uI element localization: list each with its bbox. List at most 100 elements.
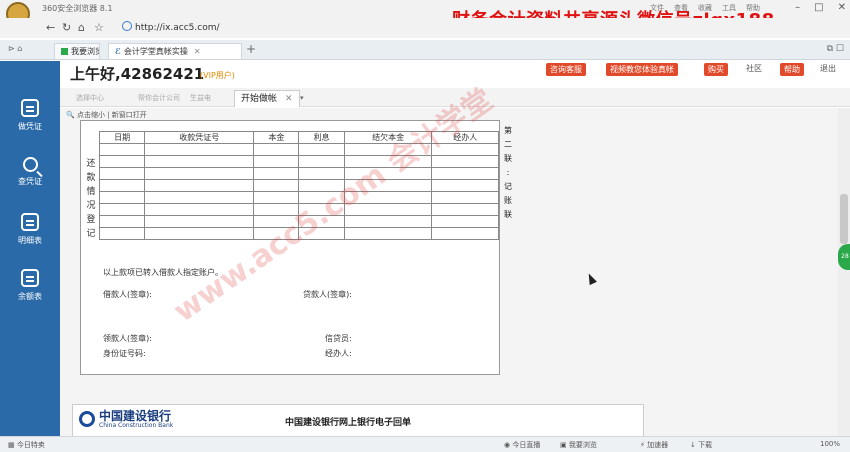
bank-logo-icon [79,411,95,427]
url-input[interactable]: http://ix.acc5.com/ [118,21,478,36]
tab-tools-icon[interactable]: ⧉ ☐ [827,44,844,54]
table-cell [253,155,300,168]
address-bar: ← ↻ ⌂ ☆ http://ix.acc5.com/ [0,18,850,38]
scrollbar[interactable] [838,108,850,436]
subtab-shengyi[interactable]: 生益电 [190,90,211,107]
maximize-icon[interactable]: □ [814,2,823,13]
tab-close-icon[interactable]: ✕ [194,47,201,56]
refresh-icon[interactable]: ↻ [62,21,71,34]
id-number: 身份证号码: [103,349,146,358]
table-cell [98,227,146,240]
window-controls: – □ ✕ [795,2,846,13]
subtab-select-center[interactable]: 选择中心 [76,90,104,107]
col-date: 日期 [98,131,146,144]
subtab-close-icon[interactable]: ✕ [285,94,293,104]
table-cell [298,155,345,168]
video-demo-button[interactable]: 视频教您体验真帐 [606,63,678,76]
status-live[interactable]: ◉ 今日直播 [504,440,540,450]
credit-officer: 信贷员: [325,334,352,343]
table-cell [98,179,146,192]
table-cell [144,215,255,228]
table-cell [431,227,499,240]
sidebar-item-ledger[interactable]: 明细表 [0,213,60,246]
table-cell [144,155,255,168]
table-cell [298,191,345,204]
new-tab-button[interactable]: + [246,42,256,56]
table-row [98,155,499,168]
zoom-icon: 🔍 [66,111,75,119]
globe-icon [122,21,132,31]
community-link[interactable]: 社区 [746,63,762,74]
browser-tabbar: ⊳ ⌂ 我要浏览 ℰ 会计学堂真帐实操 ✕ + ⧉ ☐ [0,40,850,60]
table-cell [343,179,433,192]
repayment-table: 日期 收款凭证号 本金 利息 结欠本金 经办人 [98,131,499,240]
home-icon[interactable]: ⌂ [78,21,85,34]
float-widget-icon[interactable]: 28 [838,244,850,270]
subtab-start-bookkeeping[interactable]: 开始做帐 ✕ [234,90,300,107]
table-cell [98,191,146,204]
table-cell [343,203,433,216]
table-cell [253,191,300,204]
table-cell [298,215,345,228]
lender-signature: 贷款人(签章): [303,290,352,299]
app-header: 上午好,42862421 (VIP用户) 咨询客服 视频教您体验真帐 购买 社区… [60,61,850,87]
status-deals[interactable]: ▦ 今日特卖 [8,440,45,450]
table-cell [253,143,300,156]
table-cell [253,179,300,192]
app-sidebar: 做凭证 查凭证 明细表 余额表 [0,61,60,436]
app-subtabs: 选择中心 帮你会计公司 生益电 开始做帐 ✕ ▾ [60,88,850,107]
col-balance: 结欠本金 [343,131,433,144]
loan-receipt-page: 还款情况登记 日期 收款凭证号 本金 利息 结欠本金 经办人 以上款项已转入借款… [80,82,500,375]
table-cell [343,155,433,168]
table-cell [298,167,345,180]
table-row [98,167,499,180]
status-download[interactable]: ↓ 下载 [690,440,712,450]
table-cell [144,143,255,156]
table-cell [98,203,146,216]
sidebar-item-make-voucher[interactable]: 做凭证 [0,99,60,132]
sidebar-item-balance[interactable]: 余额表 [0,269,60,302]
table-cell [98,143,146,156]
col-principal: 本金 [253,131,300,144]
table-cell [298,143,345,156]
tab-accounting[interactable]: ℰ 会计学堂真帐实操 ✕ [108,43,242,59]
sidebar-item-view-voucher[interactable]: 查凭证 [0,157,60,187]
table-cell [431,143,499,156]
table-cell [431,215,499,228]
subtab-company[interactable]: 帮你会计公司 [138,90,180,107]
close-icon[interactable]: ✕ [838,2,846,13]
buy-button[interactable]: 购买 [704,63,728,76]
receiver-signature: 领款人(签章): [103,334,152,343]
tab-browse[interactable]: 我要浏览 [54,43,100,59]
help-button[interactable]: 帮助 [780,63,804,76]
table-cell [343,215,433,228]
minimize-icon[interactable]: – [795,2,800,13]
bank-name-en: China Construction Bank [99,422,174,429]
table-cell [343,191,433,204]
transfer-note: 以上款项已转入借款人指定账户。 [103,268,223,277]
scroll-thumb[interactable] [840,194,848,244]
browser-title: 360安全浏览器 8.1 [42,4,113,13]
status-accelerator[interactable]: ⚡ 加速器 [640,440,668,450]
table-row [98,191,499,204]
back-icon[interactable]: ← [46,21,55,34]
star-icon[interactable]: ☆ [94,21,104,34]
balance-icon [21,269,39,287]
logout-link[interactable]: 退出 [820,63,836,74]
tab-favicon-icon [61,48,68,55]
status-zoom[interactable]: 100% [820,440,840,448]
table-cell [253,227,300,240]
table-cell [343,167,433,180]
copy-label: 第二联:记账联 [504,126,512,219]
status-browse[interactable]: ▣ 我要浏览 [560,440,597,450]
table-cell [144,191,255,204]
table-cell [144,179,255,192]
consult-button[interactable]: 咨询客服 [546,63,586,76]
table-cell [298,227,345,240]
subtab-more-icon[interactable]: ▾ [300,90,304,107]
status-bar: ▦ 今日特卖 ◉ 今日直播 ▣ 我要浏览 ⚡ 加速器 ↓ 下载 100% [0,436,850,452]
sidebar-toggle-icon[interactable]: ⊳ ⌂ [8,44,22,53]
col-receipt-no: 收款凭证号 [144,131,255,144]
table-cell [431,179,499,192]
table-cell [253,215,300,228]
